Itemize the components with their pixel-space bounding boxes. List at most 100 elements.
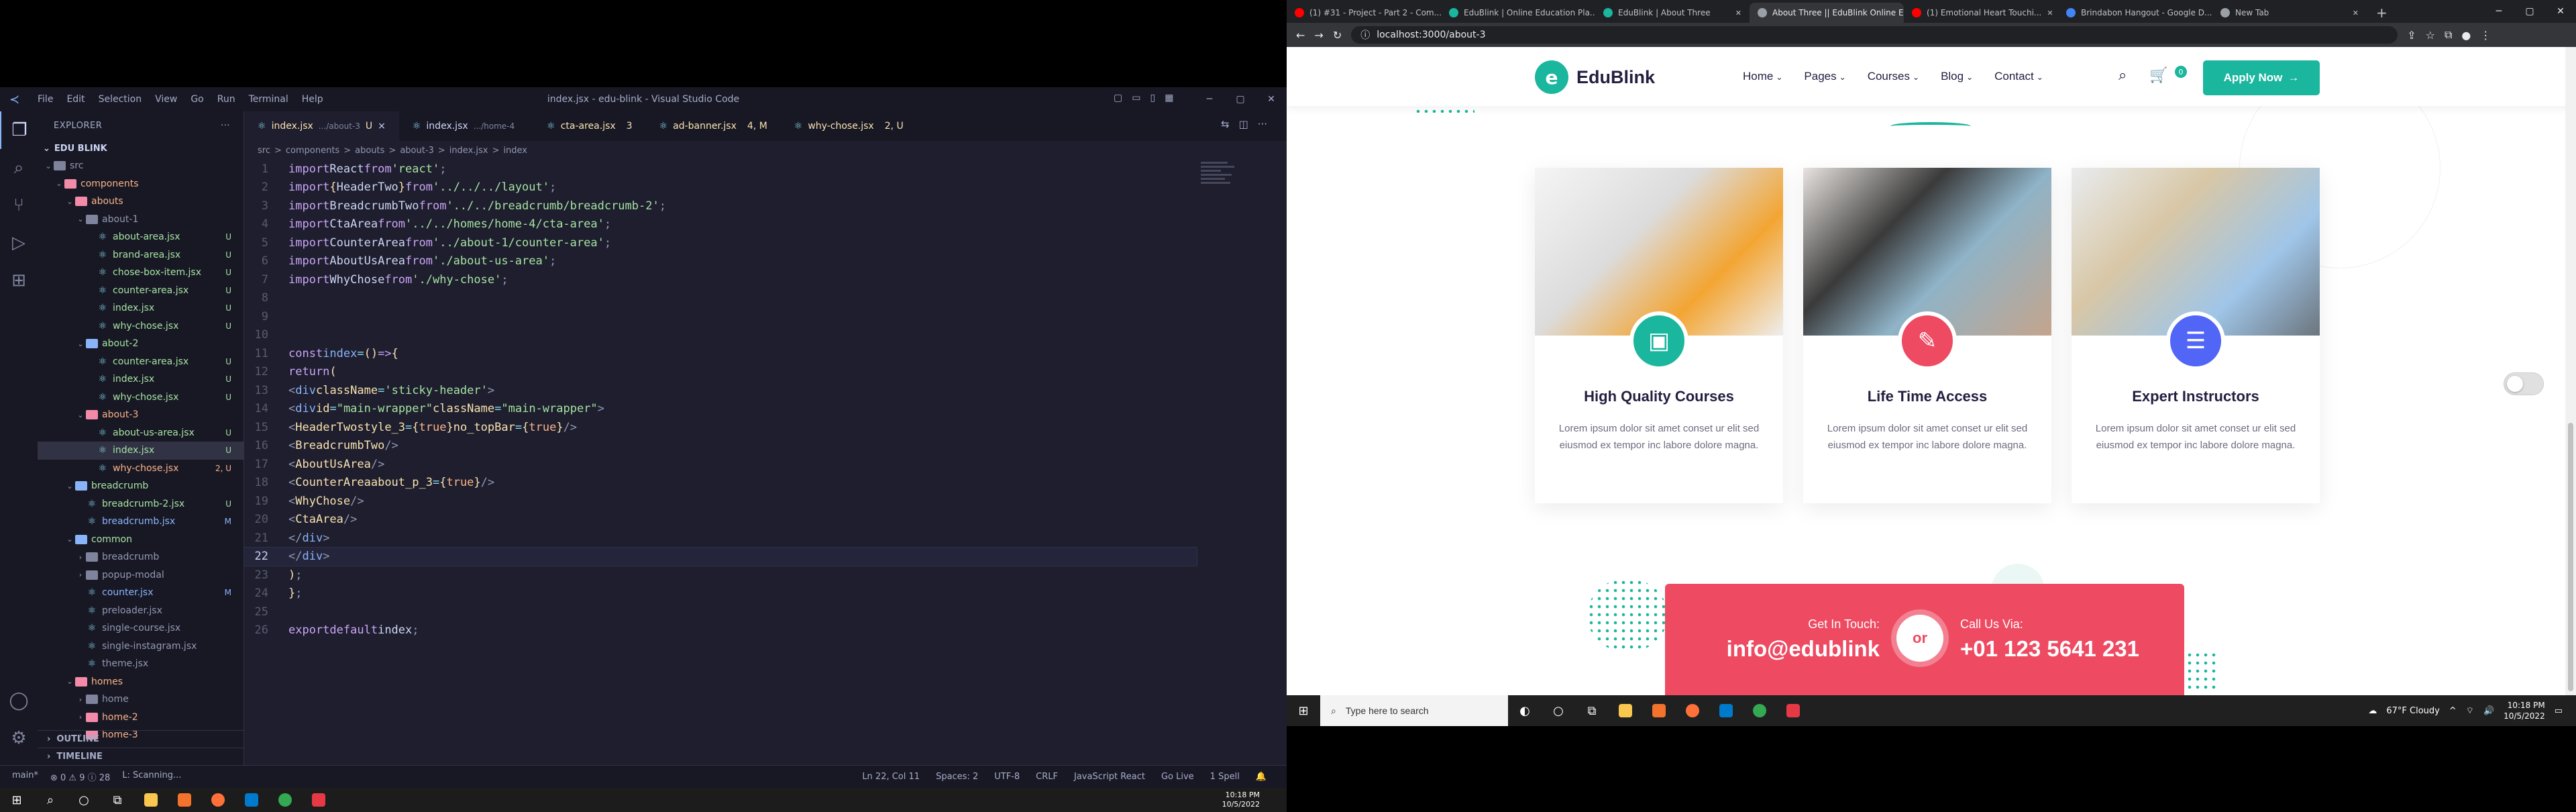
clock[interactable]: 10:18 PM 10/5/2022 [1222,791,1260,809]
file-item[interactable]: ⚛ preloader.jsx [38,602,244,620]
problems-indicator[interactable]: ⊗ 0 ⚠ 9 ⓘ 28 [50,770,110,783]
menu-go[interactable]: Go [184,94,210,105]
file-item[interactable]: ⚛ brand-area.jsx U [38,246,244,264]
file-item[interactable]: ⚛ theme.jsx [38,655,244,673]
menu-terminal[interactable]: Terminal [242,94,295,105]
file-item[interactable]: ⚛ why-chose.jsx U [38,389,244,407]
compare-icon[interactable]: ⇆ [1221,118,1230,130]
browser-tab[interactable]: EduBlink | About Three ✕ [1595,3,1750,23]
notifications-icon[interactable]: 🔔 [1256,772,1267,782]
editor-tab[interactable]: ⚛ why-chose.jsx 2, U [781,111,917,141]
file-explorer-icon[interactable] [1609,695,1642,726]
minimize-icon[interactable]: ─ [2483,0,2514,23]
extensions-icon[interactable]: ⧉ [2445,28,2452,42]
nav-item-blog[interactable]: Blog ⌄ [1941,70,1973,83]
menu-file[interactable]: File [31,94,60,105]
address-bar[interactable]: ⓘ localhost:3000/about-3 [1351,26,2398,44]
page-scrollbar[interactable] [2565,47,2576,695]
folder-item[interactable]: ⌄ components [38,175,244,193]
breadcrumb-item[interactable]: about-3 [400,146,433,156]
windows-start-icon[interactable]: ⊞ [0,788,34,812]
nav-item-pages[interactable]: Pages ⌄ [1804,70,1845,83]
explorer-icon[interactable]: ❐ [0,111,38,149]
code-editor[interactable]: 1 import React from 'react'; 2 import { He… [244,160,1197,744]
forward-icon[interactable]: → [1314,29,1323,42]
firefox-icon[interactable] [1676,695,1709,726]
branch-indicator[interactable]: main* [12,770,38,783]
folder-item[interactable]: › popup-modal [38,566,244,585]
app-icon[interactable] [1776,695,1810,726]
indent-setting[interactable]: Spaces: 2 [936,772,978,782]
close-tab-icon[interactable]: × [378,121,386,132]
maximize-icon[interactable]: ▢ [2514,0,2545,23]
close-tab-icon[interactable]: ✕ [2353,9,2359,17]
nav-item-contact[interactable]: Contact ⌄ [1994,70,2043,83]
chrome-icon[interactable] [268,788,302,812]
folder-item[interactable]: ⌄ about-2 [38,335,244,353]
file-item[interactable]: ⚛ counter.jsx M [38,584,244,602]
file-item[interactable]: ⚛ about-area.jsx U [38,228,244,246]
editor-tab[interactable]: ⚛ index.jsx .../about-3 U × [244,111,399,141]
layout-icon[interactable]: ▢ [1114,93,1122,103]
folder-item[interactable]: ⌄ about-3 [38,406,244,424]
project-root[interactable]: ⌄ EDU BLINK [38,140,244,157]
weather-icon[interactable]: ☁ [2368,706,2377,716]
folder-item[interactable]: › home-2 [38,709,244,727]
folder-item[interactable]: ⌄ about-1 [38,211,244,229]
file-item[interactable]: ⚛ about-us-area.jsx U [38,424,244,442]
encoding[interactable]: UTF-8 [994,772,1020,782]
file-item[interactable]: ⚛ chose-box-item.jsx U [38,264,244,282]
folder-item[interactable]: ⌄ common [38,531,244,549]
breadcrumb-item[interactable]: src [258,146,270,156]
grid-icon[interactable]: ▦ [1165,93,1173,103]
site-logo[interactable]: e EduBlink [1535,60,1655,94]
file-item[interactable]: ⚛ breadcrumb-2.jsx U [38,495,244,513]
file-item[interactable]: ⚛ why-chose.jsx U [38,317,244,336]
go-live-button[interactable]: Go Live [1161,772,1194,782]
bookmark-star-icon[interactable]: ☆ [2426,29,2435,42]
editor-tab[interactable]: ⚛ cta-area.jsx 3 [533,111,645,141]
breadcrumb-item[interactable]: components [286,146,339,156]
folder-item[interactable]: ⌄ abouts [38,193,244,211]
nav-item-courses[interactable]: Courses ⌄ [1868,70,1919,83]
minimize-icon[interactable]: ─ [1194,87,1225,111]
menu-edit[interactable]: Edit [60,94,91,105]
line-ending[interactable]: CRLF [1036,772,1058,782]
editor-tab[interactable]: ⚛ index.jsx .../home-4 [399,111,533,141]
extensions-icon[interactable]: ⊞ [0,262,38,299]
cta-phone-value[interactable]: +01 123 5641 231 [1960,636,2139,662]
menu-help[interactable]: Help [295,94,330,105]
nav-item-home[interactable]: Home ⌄ [1743,70,1782,83]
maximize-icon[interactable]: ▢ [1225,87,1256,111]
file-item[interactable]: ⚛ index.jsx U [38,370,244,389]
share-icon[interactable]: ⇪ [2407,29,2416,42]
browser-tab[interactable]: (1) #31 - Project - Part 2 - Com...✕ [1287,3,1441,23]
breadcrumb-item[interactable]: abouts [355,146,384,156]
account-icon[interactable]: ◯ [0,682,38,719]
folder-item[interactable]: ⌄ homes [38,673,244,691]
firefox-icon[interactable] [201,788,235,812]
cursor-position[interactable]: Ln 22, Col 11 [862,772,920,782]
new-tab-button[interactable]: + [2367,3,2397,23]
back-icon[interactable]: ← [1296,29,1305,42]
file-item[interactable]: ⚛ counter-area.jsx U [38,282,244,300]
folder-item[interactable]: ⌄ src [38,157,244,175]
profile-icon[interactable]: ● [2461,29,2471,42]
notifications-icon[interactable]: ▭ [2555,706,2563,716]
apply-now-button[interactable]: Apply Now → [2203,60,2320,95]
spell-check[interactable]: 1 Spell [1210,772,1240,782]
more-actions-icon[interactable]: ··· [221,121,230,131]
file-item[interactable]: ⚛ counter-area.jsx U [38,353,244,371]
menu-run[interactable]: Run [211,94,242,105]
file-item[interactable]: ⚛ index.jsx U [38,299,244,317]
browser-tab[interactable]: New Tab ✕ [2212,3,2367,23]
vscode-taskbar-icon[interactable] [235,788,268,812]
menu-selection[interactable]: Selection [92,94,149,105]
clock[interactable]: 10:18 PM 10/5/2022 [2504,700,2545,721]
browser-tab[interactable]: About Three || EduBlink Online E...✕ [1750,3,1904,23]
file-item[interactable]: ⚛ why-chose.jsx 2, U [38,460,244,478]
timeline-section[interactable]: › TIMELINE [38,748,244,765]
app-icon[interactable] [1642,695,1676,726]
cta-email-value[interactable]: info@edublink [1705,636,1880,662]
network-icon[interactable]: ⌔ [2466,705,2474,716]
